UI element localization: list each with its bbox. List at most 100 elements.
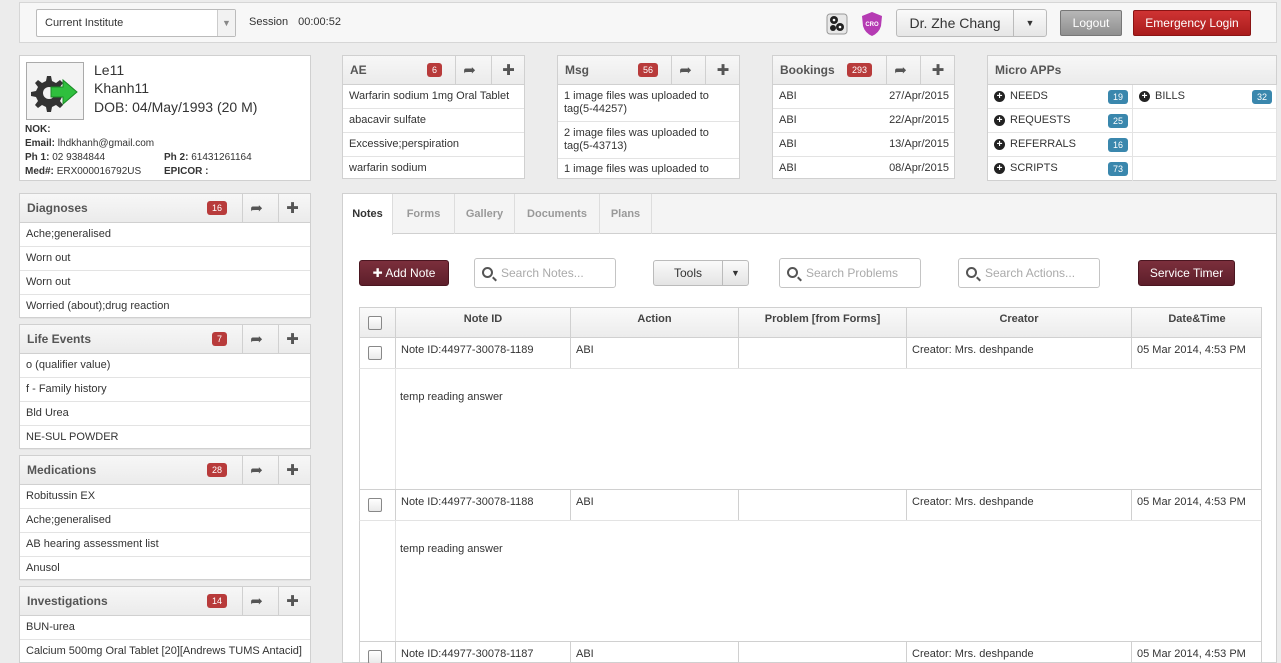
share-icon[interactable]: ➦ (242, 325, 270, 354)
share-icon[interactable]: ➦ (886, 56, 914, 85)
list-item[interactable]: 1 image files was uploaded to tag(5-4425… (558, 85, 739, 122)
select-all-checkbox[interactable] (368, 316, 382, 330)
booking-row[interactable]: ABI 13/Apr/2015 (773, 133, 954, 157)
doctor-menu-caret[interactable]: ▼ (1013, 9, 1047, 37)
list-item[interactable]: Worried (about);drug reaction (20, 295, 310, 319)
note-datetime: 05 Mar 2014, 4:53 PM (1137, 496, 1246, 508)
col-note-id[interactable]: Note ID (396, 308, 571, 337)
add-icon[interactable]: ✚ (278, 194, 306, 223)
micro-app-bills[interactable]: + BILLS 32 (1133, 85, 1277, 109)
micro-app-referrals[interactable]: + REFERRALS 16 (988, 133, 1133, 157)
list-item[interactable]: Robitussin EX (20, 485, 310, 509)
micro-app-count: 32 (1251, 90, 1272, 104)
micro-app-empty (1133, 109, 1277, 133)
list-item[interactable]: 2 image files was uploaded to tag(5-4371… (558, 122, 739, 159)
search-problems-input[interactable]: Search Problems (779, 258, 921, 288)
investigations-header: Investigations 14 ➦ ✚ (20, 587, 310, 616)
micro-app-needs[interactable]: + NEEDS 19 (988, 85, 1133, 109)
patient-avatar[interactable] (26, 62, 84, 120)
add-icon[interactable]: ✚ (278, 587, 306, 616)
share-icon[interactable]: ➦ (242, 587, 270, 616)
col-problem[interactable]: Problem [from Forms] (739, 308, 907, 337)
add-icon[interactable]: ✚ (705, 56, 739, 85)
institute-select[interactable]: Current Institute ▼ (36, 9, 236, 37)
list-item[interactable]: o (qualifier value) (20, 354, 310, 378)
micro-apps-panel: Micro APPs + NEEDS 19 + BILLS 32 + REQUESTS 25… (987, 55, 1277, 181)
share-icon[interactable]: ➦ (671, 56, 699, 85)
add-icon[interactable]: ✚ (278, 456, 306, 485)
booking-row[interactable]: ABI 27/Apr/2015 (773, 85, 954, 109)
add-note-button[interactable]: ✚ Add Note (359, 260, 449, 286)
service-timer-button[interactable]: Service Timer (1138, 260, 1235, 286)
list-item[interactable]: Worn out (20, 271, 310, 295)
tools-button[interactable]: Tools (653, 260, 723, 286)
list-item[interactable]: 1 image files was uploaded to (558, 159, 739, 178)
plus-circle-icon: + (994, 139, 1005, 150)
search-problems-placeholder: Search Problems (806, 266, 899, 280)
list-item[interactable]: NE-SUL POWDER (20, 426, 310, 450)
micro-app-count: 19 (1107, 90, 1128, 104)
table-row[interactable]: Note ID:44977-30078-1187 ABI Creator: Mr… (359, 642, 1262, 663)
tab-documents[interactable]: Documents (515, 194, 600, 234)
doctor-menu-button[interactable]: Dr. Zhe Chang (896, 9, 1014, 37)
share-icon[interactable]: ➦ (242, 456, 270, 485)
film-reel-icon[interactable] (826, 13, 848, 35)
tab-forms[interactable]: Forms (393, 194, 455, 234)
note-problem (739, 338, 907, 368)
email-value: lhdkhanh@gmail.com (57, 138, 155, 149)
add-icon[interactable]: ✚ (920, 56, 955, 85)
micro-app-label: REFERRALS (1010, 138, 1077, 150)
medications-panel: Medications 28 ➦ ✚ Robitussin EX Ache;ge… (19, 455, 311, 581)
col-datetime[interactable]: Date&Time (1132, 308, 1262, 337)
list-item[interactable]: Ache;generalised (20, 509, 310, 533)
micro-app-scripts[interactable]: + SCRIPTS 73 (988, 157, 1133, 181)
plus-circle-icon: + (994, 115, 1005, 126)
booking-name: ABI (779, 114, 797, 126)
list-item[interactable]: abacavir sulfate (343, 109, 524, 133)
list-item[interactable]: Bld Urea (20, 402, 310, 426)
list-item[interactable]: Anusol (20, 557, 310, 581)
micro-app-requests[interactable]: + REQUESTS 25 (988, 109, 1133, 133)
micro-app-label: BILLS (1155, 90, 1185, 102)
search-actions-input[interactable]: Search Actions... (958, 258, 1100, 288)
list-item[interactable]: BUN-urea (20, 616, 310, 640)
list-item[interactable]: Excessive;perspiration (343, 133, 524, 157)
session-label: Session (249, 16, 289, 28)
row-checkbox[interactable] (368, 650, 382, 663)
booking-row[interactable]: ABI 22/Apr/2015 (773, 109, 954, 133)
logout-button[interactable]: Logout (1060, 10, 1122, 36)
add-icon[interactable]: ✚ (491, 56, 525, 85)
tab-gallery[interactable]: Gallery (455, 194, 515, 234)
emergency-login-button[interactable]: Emergency Login (1133, 10, 1251, 36)
cro-shield-icon[interactable]: CRO (861, 11, 883, 37)
plus-circle-icon: + (994, 163, 1005, 174)
tab-notes[interactable]: Notes (343, 194, 393, 235)
micro-apps-title: Micro APPs (995, 63, 1062, 77)
list-item[interactable]: Ache;generalised (20, 223, 310, 247)
list-item[interactable]: Calcium 500mg Oral Tablet [20][Andrews T… (20, 640, 310, 663)
plus-circle-icon: + (1139, 91, 1150, 102)
share-icon[interactable]: ➦ (242, 194, 270, 223)
search-notes-input[interactable]: Search Notes... (474, 258, 616, 288)
micro-app-label: REQUESTS (1010, 114, 1071, 126)
list-item[interactable]: AB hearing assessment list (20, 533, 310, 557)
list-item[interactable]: Warfarin sodium 1mg Oral Tablet (343, 85, 524, 109)
booking-row[interactable]: ABI 08/Apr/2015 (773, 157, 954, 181)
table-row[interactable]: Note ID:44977-30078-1188 ABI Creator: Mr… (359, 490, 1262, 521)
col-creator[interactable]: Creator (907, 308, 1132, 337)
row-checkbox[interactable] (368, 498, 382, 512)
list-item[interactable]: warfarin sodium (343, 157, 524, 181)
add-icon[interactable]: ✚ (278, 325, 306, 354)
tools-dropdown-caret[interactable]: ▼ (722, 260, 749, 286)
tab-plans[interactable]: Plans (600, 194, 652, 234)
diagnoses-header: Diagnoses 16 ➦ ✚ (20, 194, 310, 223)
share-icon[interactable]: ➦ (455, 56, 483, 85)
list-item[interactable]: f - Family history (20, 378, 310, 402)
row-checkbox[interactable] (368, 346, 382, 360)
col-action[interactable]: Action (571, 308, 739, 337)
ae-panel: AE 6 ➦ ✚ Warfarin sodium 1mg Oral Tablet… (342, 55, 525, 179)
search-icon (482, 267, 493, 278)
table-row[interactable]: Note ID:44977-30078-1189 ABI Creator: Mr… (359, 338, 1262, 369)
list-item[interactable]: Worn out (20, 247, 310, 271)
msg-panel: Msg 56 ➦ ✚ 1 image files was uploaded to… (557, 55, 740, 179)
